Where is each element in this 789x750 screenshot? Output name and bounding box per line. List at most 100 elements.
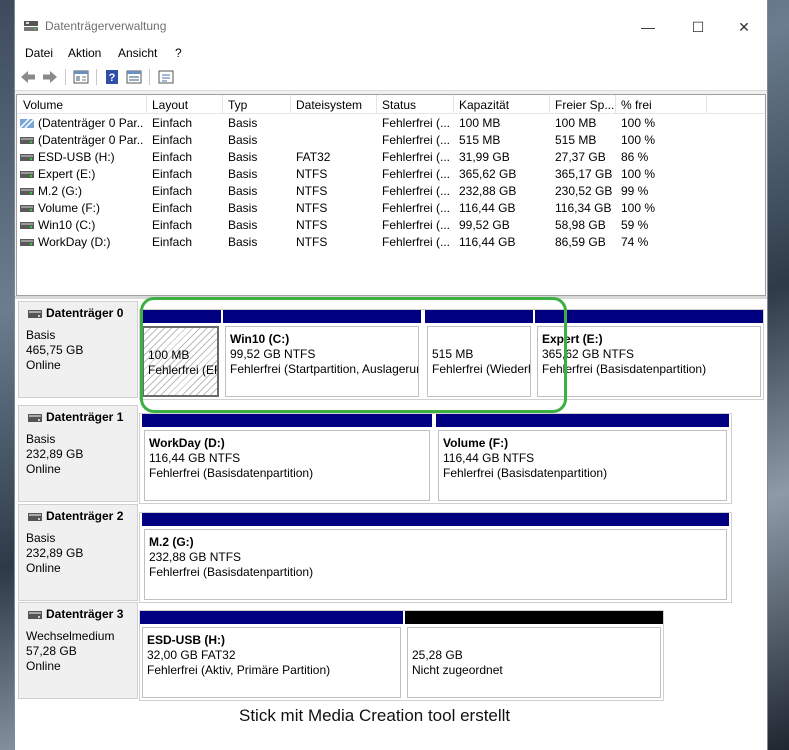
disk-label-panel[interactable]: Datenträger 3 Wechselmedium 57,28 GB Online — [18, 602, 138, 699]
partition-color-bar — [405, 611, 663, 624]
volume-row[interactable]: ESD-USB (H:) Einfach Basis FAT32 Fehlerfrei … — [17, 149, 765, 166]
partition-color-bar — [436, 414, 729, 427]
cell-volume: Expert (E:) — [38, 167, 96, 181]
partition-block[interactable]: WorkDay (D:) 116,44 GB NTFS Fehlerfrei (Ba… — [142, 414, 432, 503]
drive-volume-icon — [20, 188, 34, 195]
volume-row[interactable]: Volume (F:) Einfach Basis NTFS Fehlerfrei (.… — [17, 200, 765, 217]
toolbar-separator — [149, 69, 150, 85]
menu-bar: Datei Aktion Ansicht ? — [15, 40, 767, 64]
column-divider[interactable] — [376, 95, 377, 113]
partition-block[interactable]: ESD-USB (H:) 32,00 GB FAT32 Fehlerfrei (Ak… — [140, 611, 403, 700]
disk-label-panel[interactable]: Datenträger 2 Basis 232,89 GB Online — [18, 504, 138, 601]
disk-name: Datenträger 1 — [46, 410, 124, 424]
column-header-prozent-frei[interactable]: % frei — [621, 98, 652, 112]
volume-list-header: Volume Layout Typ Dateisystem Status Kap… — [17, 95, 765, 114]
cell-layout: Einfach — [152, 201, 193, 215]
disk-name: Datenträger 0 — [46, 306, 124, 320]
cell-pct: 100 % — [621, 116, 656, 130]
cell-pct: 100 % — [621, 201, 656, 215]
partition-color-bar — [140, 611, 403, 624]
volume-row[interactable]: WorkDay (D:) Einfach Basis NTFS Fehlerfrei (… — [17, 234, 765, 251]
toolbar-separator — [96, 69, 97, 85]
cell-typ: Basis — [228, 235, 258, 249]
partition-status: Nicht zugeordnet — [412, 663, 503, 677]
column-header-dateisystem[interactable]: Dateisystem — [296, 98, 362, 112]
disk-label-panel[interactable]: Datenträger 1 Basis 232,89 GB Online — [18, 405, 138, 502]
cell-typ: Basis — [228, 184, 258, 198]
maximize-button[interactable]: ☐ — [675, 14, 721, 40]
volume-row[interactable]: M.2 (G:) Einfach Basis NTFS Fehlerfrei (... 2… — [17, 183, 765, 200]
column-header-kapazitaet[interactable]: Kapazität — [459, 98, 509, 112]
cell-status: Fehlerfrei (... — [382, 235, 451, 249]
column-header-freier-speicher[interactable]: Freier Sp... — [555, 98, 614, 112]
menu-help[interactable]: ? — [175, 46, 182, 60]
partition-block[interactable]: M.2 (G:) 232,88 GB NTFS Fehlerfrei (Basisd… — [142, 513, 729, 602]
partition-block[interactable]: Volume (F:) 116,44 GB NTFS Fehlerfrei (Bas… — [436, 414, 729, 503]
partition-block[interactable]: Expert (E:) 365,62 GB NTFS Fehlerfrei (Bas… — [535, 310, 763, 399]
column-divider[interactable] — [146, 95, 147, 113]
cell-layout: Einfach — [152, 116, 193, 130]
close-button[interactable]: ✕ — [721, 14, 767, 40]
disk-status: Online — [26, 358, 61, 372]
cell-pct: 100 % — [621, 167, 656, 181]
disk-name: Datenträger 2 — [46, 509, 124, 523]
disk-icon — [28, 513, 42, 521]
menu-ansicht[interactable]: Ansicht — [118, 46, 157, 60]
cell-cap: 232,88 GB — [459, 184, 517, 198]
svg-text:?: ? — [109, 72, 116, 84]
column-divider[interactable] — [290, 95, 291, 113]
column-divider[interactable] — [222, 95, 223, 113]
cell-typ: Basis — [228, 133, 258, 147]
disk-icon — [28, 611, 42, 619]
volume-row[interactable]: Expert (E:) Einfach Basis NTFS Fehlerfrei (.… — [17, 166, 765, 183]
partition-info-box: 25,28 GB Nicht zugeordnet — [407, 627, 661, 698]
cell-volume: ESD-USB (H:) — [38, 150, 115, 164]
cell-typ: Basis — [228, 167, 258, 181]
column-divider[interactable] — [706, 95, 707, 113]
menu-datei[interactable]: Datei — [25, 46, 53, 60]
column-header-layout[interactable]: Layout — [152, 98, 188, 112]
cell-status: Fehlerfrei (... — [382, 201, 451, 215]
partition-status: Fehlerfrei (Aktiv, Primäre Partition) — [147, 663, 331, 677]
cell-pct: 99 % — [621, 184, 649, 198]
cell-layout: Einfach — [152, 218, 193, 232]
disk-icon — [28, 414, 42, 422]
cell-fs: FAT32 — [296, 150, 331, 164]
view-icon[interactable] — [125, 68, 143, 86]
back-arrow-icon[interactable] — [19, 68, 37, 86]
properties-icon[interactable] — [72, 68, 90, 86]
column-header-typ[interactable]: Typ — [228, 98, 247, 112]
cell-free: 27,37 GB — [555, 150, 606, 164]
menu-aktion[interactable]: Aktion — [68, 46, 101, 60]
volume-row[interactable]: Win10 (C:) Einfach Basis NTFS Fehlerfrei (..… — [17, 217, 765, 234]
disk-type: Wechselmedium — [26, 629, 115, 643]
cell-fs: NTFS — [296, 235, 328, 249]
column-divider[interactable] — [549, 95, 550, 113]
partition-title: ESD-USB (H:) — [147, 633, 225, 647]
cell-pct: 74 % — [621, 235, 649, 249]
forward-arrow-icon[interactable] — [41, 68, 59, 86]
column-divider[interactable] — [453, 95, 454, 113]
volume-row[interactable]: (Datenträger 0 Par... Einfach Basis Fehlerf… — [17, 132, 765, 149]
volume-row[interactable]: (Datenträger 0 Par... Einfach Basis Fehlerf… — [17, 115, 765, 132]
console-icon[interactable] — [157, 68, 175, 86]
column-header-volume[interactable]: Volume — [23, 98, 63, 112]
cell-free: 58,98 GB — [555, 218, 606, 232]
cell-typ: Basis — [228, 201, 258, 215]
column-header-status[interactable]: Status — [382, 98, 416, 112]
partition-title: WorkDay (D:) — [149, 436, 225, 450]
partition-info-box: WorkDay (D:) 116,44 GB NTFS Fehlerfrei (Ba… — [144, 430, 430, 501]
drive-volume-icon — [20, 137, 34, 144]
disk-management-icon — [24, 21, 38, 31]
unallocated-space[interactable]: 25,28 GB Nicht zugeordnet — [405, 611, 663, 700]
cell-status: Fehlerfrei (... — [382, 184, 451, 198]
drive-volume-icon — [20, 171, 34, 178]
cell-status: Fehlerfrei (... — [382, 167, 451, 181]
minimize-button[interactable]: — — [625, 14, 671, 40]
disk-label-panel[interactable]: Datenträger 0 Basis 465,75 GB Online — [18, 301, 138, 398]
help-icon[interactable]: ? — [103, 68, 121, 86]
cell-free: 230,52 GB — [555, 184, 613, 198]
column-divider[interactable] — [615, 95, 616, 113]
cell-cap: 515 MB — [459, 133, 501, 147]
partition-status: Fehlerfrei (Basisdatenpartition) — [443, 466, 608, 480]
